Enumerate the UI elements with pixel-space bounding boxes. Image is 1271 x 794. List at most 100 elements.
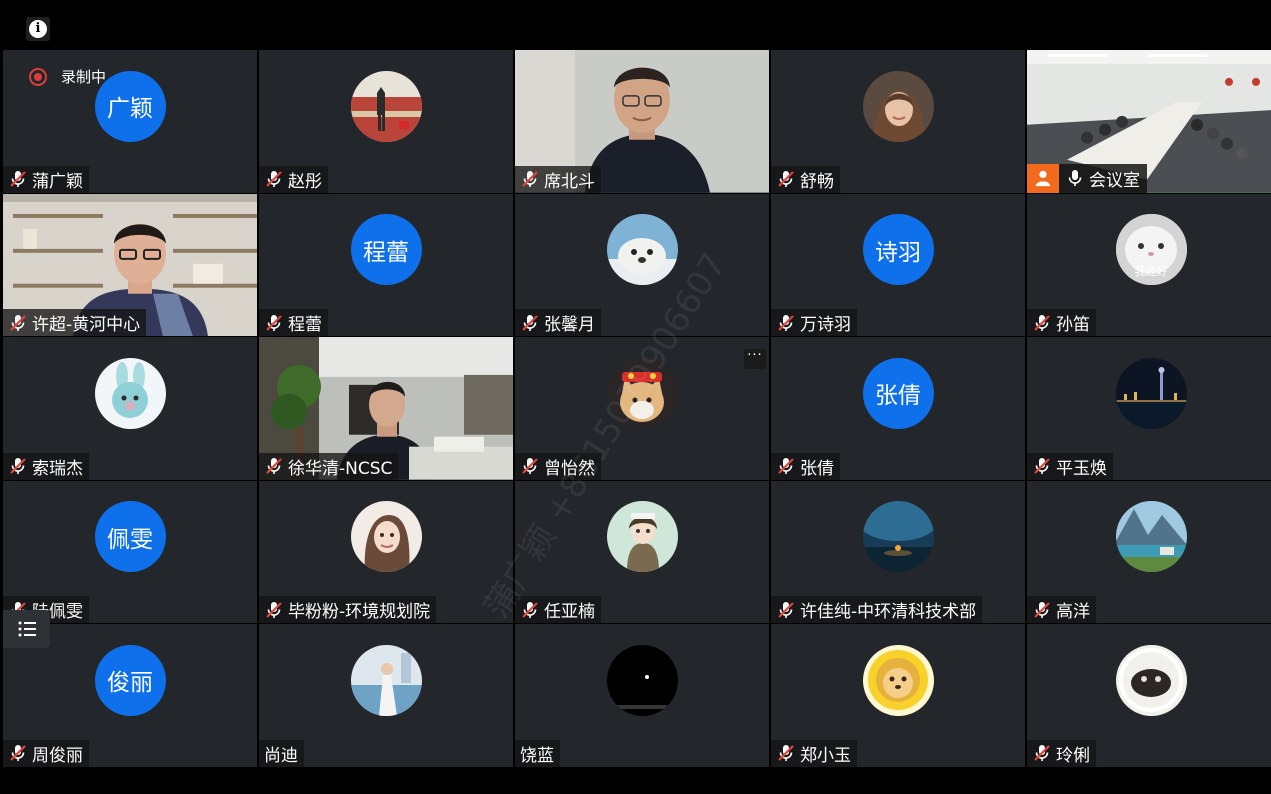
nameplate: 许超-黄河中心 — [3, 309, 147, 337]
mic-muted-icon — [776, 600, 796, 620]
participant-name: 张馨月 — [544, 315, 595, 336]
nameplate: 孙笛 — [1027, 309, 1096, 337]
avatar: 佩雯 — [94, 501, 166, 573]
nameplate: 席北斗 — [515, 165, 601, 193]
nameplate: 平玉焕 — [1027, 452, 1113, 480]
nameplate: 郑小玉 — [771, 739, 857, 767]
mic-muted-icon — [8, 456, 28, 476]
avatar — [350, 501, 422, 573]
avatar — [1115, 501, 1187, 573]
avatar-caption: 我还好 — [1134, 265, 1168, 279]
participant-tile[interactable]: 许超-黄河中心 — [3, 193, 257, 337]
avatar: 程蕾 — [350, 214, 422, 286]
avatar — [350, 70, 422, 142]
nameplate: 万诗羽 — [771, 309, 857, 337]
participant-tile[interactable]: 张倩 张倩 — [771, 337, 1025, 480]
mic-muted-icon — [1032, 456, 1052, 476]
info-button[interactable]: i — [26, 17, 50, 41]
participant-tile[interactable]: 平玉焕 — [1027, 337, 1271, 480]
bottom-bar — [0, 768, 1271, 794]
avatar — [606, 214, 678, 286]
avatar — [1115, 644, 1187, 716]
participant-tile[interactable]: 玲俐 — [1027, 624, 1271, 767]
avatar — [606, 501, 678, 573]
more-options-button[interactable]: ··· — [744, 349, 766, 370]
participant-name: 曾怡然 — [544, 458, 595, 479]
participant-tile[interactable]: 尚迪 — [259, 624, 513, 767]
participant-tile[interactable]: 张馨月 — [515, 193, 769, 337]
avatar: 张倩 — [862, 357, 934, 429]
participant-name: 万诗羽 — [800, 315, 851, 336]
participant-tile[interactable]: 席北斗 — [515, 50, 769, 193]
video-grid: 广颖 蒲广颖 赵彤 席北斗 舒畅 会议室 许超-黄河中心 程蕾 程蕾 张馨月 诗… — [3, 50, 1271, 768]
nameplate: 蒲广颖 — [3, 165, 89, 193]
participant-name: 席北斗 — [544, 171, 595, 192]
recording-indicator[interactable]: 录制中 — [29, 66, 106, 87]
participant-tile[interactable]: 许佳纯-中环清科技术部 — [771, 480, 1025, 624]
participant-name: 任亚楠 — [544, 602, 595, 623]
nameplate: 舒畅 — [771, 165, 840, 193]
mic-muted-icon — [8, 313, 28, 333]
participant-name: 郑小玉 — [800, 745, 851, 766]
participant-tile[interactable]: 高洋 — [1027, 480, 1271, 624]
participant-name: 张倩 — [800, 458, 834, 479]
avatar — [862, 644, 934, 716]
list-icon — [18, 621, 36, 637]
participant-tile-active-speaker[interactable]: 会议室 — [1027, 50, 1271, 193]
mic-muted-icon — [776, 743, 796, 763]
nameplate: 尚迪 — [259, 739, 304, 767]
nameplate: 程蕾 — [259, 309, 328, 337]
mic-muted-icon — [776, 313, 796, 333]
participant-tile[interactable]: 郑小玉 — [771, 624, 1025, 767]
mic-muted-icon — [8, 743, 28, 763]
avatar: 俊丽 — [94, 644, 166, 716]
participant-name: 舒畅 — [800, 171, 834, 192]
participant-tile[interactable]: 任亚楠 — [515, 480, 769, 624]
avatar — [94, 357, 166, 429]
mic-muted-icon — [1032, 600, 1052, 620]
participant-list-button[interactable] — [3, 610, 50, 648]
participant-tile[interactable]: 索瑞杰 — [3, 337, 257, 480]
mic-muted-icon — [8, 169, 28, 189]
mic-muted-icon — [520, 169, 540, 189]
top-bar: i — [0, 0, 1271, 50]
participant-name: 程蕾 — [288, 315, 322, 336]
avatar — [1115, 357, 1187, 429]
participant-tile[interactable]: 程蕾 程蕾 — [259, 193, 513, 337]
mic-muted-icon — [520, 456, 540, 476]
participant-tile[interactable]: 我还好 孙笛 — [1027, 193, 1271, 337]
participant-tile[interactable]: 赵彤 — [259, 50, 513, 193]
mic-muted-icon — [1032, 313, 1052, 333]
participant-name: 孙笛 — [1056, 315, 1090, 336]
participant-name: 饶蓝 — [520, 745, 554, 766]
nameplate: 张馨月 — [515, 309, 601, 337]
participant-tile[interactable]: 舒畅 — [771, 50, 1025, 193]
avatar: 诗羽 — [862, 214, 934, 286]
info-icon: i — [29, 20, 47, 38]
record-icon — [29, 67, 47, 86]
participant-tile[interactable]: 毕粉粉-环境规划院 — [259, 480, 513, 624]
avatar — [606, 644, 678, 716]
nameplate: 饶蓝 — [515, 739, 560, 767]
mic-on-icon — [1065, 168, 1085, 188]
nameplate: 许佳纯-中环清科技术部 — [771, 596, 983, 624]
mic-muted-icon — [264, 169, 284, 189]
nameplate: 任亚楠 — [515, 596, 601, 624]
mic-muted-icon — [264, 456, 284, 476]
participant-tile[interactable]: 徐华清-NCSC — [259, 337, 513, 480]
avatar — [606, 357, 678, 429]
participant-name: 徐华清-NCSC — [288, 458, 393, 479]
nameplate: 高洋 — [1027, 596, 1096, 624]
participant-tile[interactable]: 佩雯 陆佩雯 — [3, 480, 257, 624]
avatar — [862, 70, 934, 142]
participant-tile[interactable]: 诗羽 万诗羽 — [771, 193, 1025, 337]
nameplate: 曾怡然 — [515, 452, 601, 480]
nameplate: 索瑞杰 — [3, 452, 89, 480]
participant-name: 会议室 — [1089, 170, 1140, 191]
participant-tile[interactable]: ··· 曾怡然 — [515, 337, 769, 480]
avatar: 我还好 — [1115, 214, 1187, 286]
mic-muted-icon — [776, 169, 796, 189]
room-badge — [1027, 163, 1059, 193]
mic-muted-icon — [520, 313, 540, 333]
participant-tile[interactable]: 饶蓝 — [515, 624, 769, 767]
